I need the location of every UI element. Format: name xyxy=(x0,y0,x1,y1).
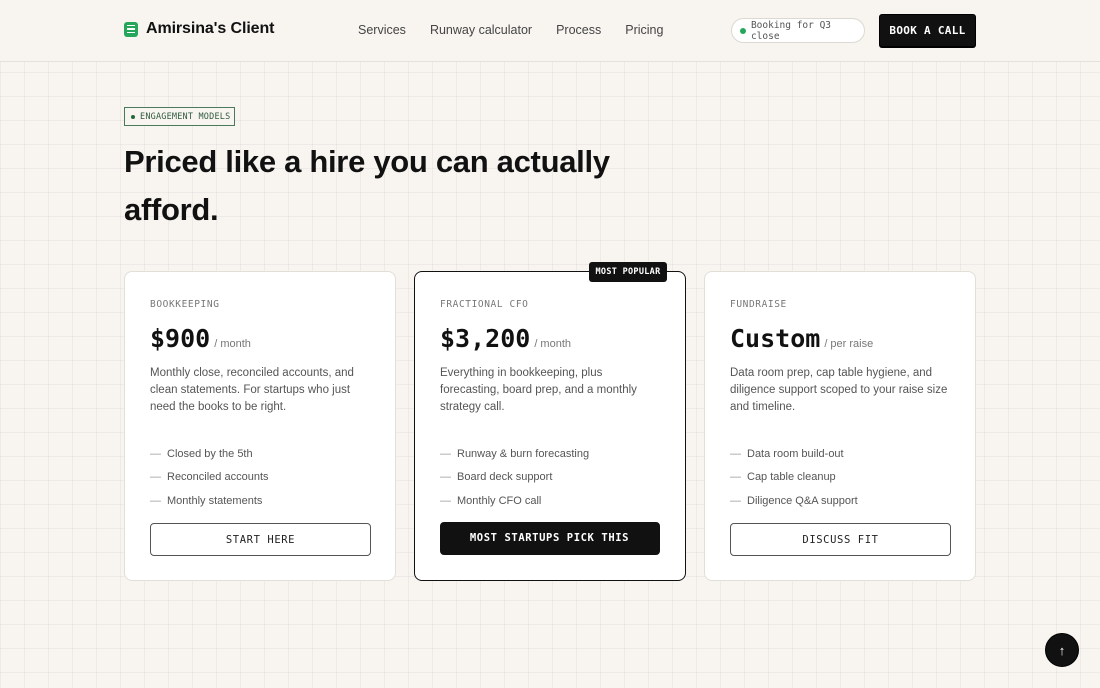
feature-text: Reconciled accounts xyxy=(167,471,269,484)
feature-list: — Closed by the 5th — Reconciled accounts … xyxy=(150,442,269,513)
dash-icon: — xyxy=(150,494,161,507)
start-here-button[interactable]: START HERE xyxy=(150,523,371,556)
plan-price: Custom xyxy=(730,324,821,353)
arrow-up-icon: ↑ xyxy=(1058,642,1066,658)
feature-item: — Reconciled accounts xyxy=(150,466,269,490)
booking-status-text: Booking for Q3 close xyxy=(750,19,832,42)
plan-period: / per raise xyxy=(824,338,874,350)
main-nav: Services Runway calculator Process Prici… xyxy=(358,23,687,37)
site-header: Amirsina's Client Services Runway calcul… xyxy=(0,0,1100,62)
price-row: Custom / per raise xyxy=(730,324,873,353)
nav-link-pricing[interactable]: Pricing xyxy=(625,23,663,37)
eyebrow-label: ENGAGEMENT MODELS xyxy=(140,111,231,122)
status-dot-icon xyxy=(740,27,746,34)
section-title: Priced like a hire you can actually affo… xyxy=(124,144,610,227)
plan-description: Everything in bookkeeping, plus forecast… xyxy=(440,367,637,413)
plan-tier: BOOKKEEPING xyxy=(150,299,220,310)
most-popular-badge: MOST POPULAR xyxy=(589,262,667,282)
price-row: $900 / month xyxy=(150,324,251,353)
section-eyebrow: ENGAGEMENT MODELS xyxy=(124,107,235,126)
book-a-call-button[interactable]: BOOK A CALL xyxy=(879,14,976,47)
feature-text: Cap table cleanup xyxy=(747,471,836,484)
plan-period: / month xyxy=(534,338,571,350)
plan-description: Data room prep, cap table hygiene, and d… xyxy=(730,367,948,413)
brand-name: Amirsina's Client xyxy=(146,20,275,37)
plan-tier: FRACTIONAL CFO xyxy=(440,299,529,310)
nav-link-process[interactable]: Process xyxy=(556,23,601,37)
feature-item: — Board deck support xyxy=(440,466,589,490)
brand[interactable]: Amirsina's Client xyxy=(124,20,274,38)
pricing-card-bookkeeping: BOOKKEEPING $900 / month Monthly close, … xyxy=(124,271,396,581)
feature-list: — Runway & burn forecasting — Board deck s… xyxy=(440,442,589,513)
feature-item: — Diligence Q&A support xyxy=(730,489,858,513)
feature-list: — Data room build-out — Cap table cleanup … xyxy=(730,442,858,513)
feature-text: Monthly CFO call xyxy=(457,494,542,507)
plan-period: / month xyxy=(214,338,251,350)
feature-text: Monthly statements xyxy=(167,494,263,507)
feature-item: — Monthly statements xyxy=(150,489,269,513)
most-startups-pick-this-button[interactable]: MOST STARTUPS PICK THIS xyxy=(439,521,660,555)
feature-item: — Monthly CFO call xyxy=(440,489,589,513)
dash-icon: — xyxy=(440,471,451,484)
feature-text: Runway & burn forecasting xyxy=(457,447,590,460)
feature-item: — Cap table cleanup xyxy=(730,466,858,490)
pricing-card-fractional-cfo: MOST POPULAR FRACTIONAL CFO $3,200 / mon… xyxy=(414,262,686,581)
feature-item: — Runway & burn forecasting xyxy=(440,442,589,466)
discuss-fit-button[interactable]: DISCUSS FIT xyxy=(730,523,951,556)
plan-description: Monthly close, reconciled accounts, and … xyxy=(150,367,354,413)
feature-text: Data room build-out xyxy=(747,447,844,460)
feature-item: — Data room build-out xyxy=(730,442,858,466)
feature-text: Board deck support xyxy=(457,471,553,484)
plan-price: $900 xyxy=(150,324,211,353)
booking-status-pill: Booking for Q3 close xyxy=(731,18,865,43)
scroll-to-top-button[interactable]: ↑ xyxy=(1045,633,1079,667)
price-row: $3,200 / month xyxy=(440,324,571,353)
dash-icon: — xyxy=(730,471,741,484)
dash-icon: — xyxy=(730,447,741,460)
feature-item: — Closed by the 5th xyxy=(150,442,269,466)
dash-icon: — xyxy=(440,447,451,460)
dash-icon: — xyxy=(440,494,451,507)
feature-text: Closed by the 5th xyxy=(167,447,253,460)
feature-text: Diligence Q&A support xyxy=(747,494,858,507)
eyebrow-dot-icon xyxy=(131,114,135,119)
plan-tier: FUNDRAISE xyxy=(730,299,787,310)
ledger-icon xyxy=(124,21,138,37)
dash-icon: — xyxy=(150,471,161,484)
nav-link-runway-calculator[interactable]: Runway calculator xyxy=(430,23,532,37)
dash-icon: — xyxy=(150,447,161,460)
nav-link-services[interactable]: Services xyxy=(358,23,406,37)
dash-icon: — xyxy=(730,494,741,507)
plan-price: $3,200 xyxy=(440,324,531,353)
pricing-card-fundraise: FUNDRAISE Custom / per raise Data room p… xyxy=(704,271,976,581)
